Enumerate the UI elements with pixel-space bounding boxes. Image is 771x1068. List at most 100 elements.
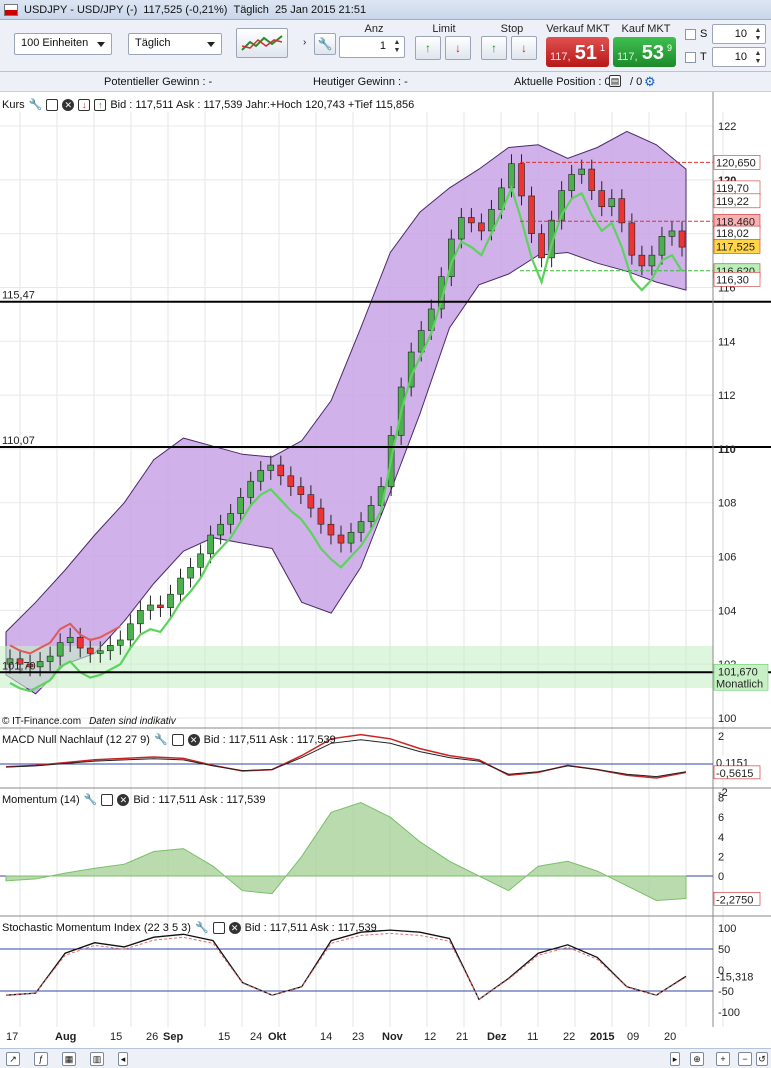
stepper-icon[interactable]: ▲ ▼ (753, 27, 763, 43)
zoom-out-icon[interactable]: − (738, 1052, 752, 1066)
limit-buy-button[interactable]: ↑ (415, 36, 441, 60)
price-axis-label: 104 (718, 605, 736, 617)
window-icon[interactable] (46, 98, 59, 111)
template-icon[interactable]: ▦ (62, 1052, 76, 1066)
window-quote: 117,525 (-0,21%) (143, 3, 228, 16)
stepper-icon[interactable]: ▲ ▼ (753, 50, 763, 66)
s-checkbox[interactable] (685, 29, 696, 40)
stop-label: Stop (500, 23, 524, 35)
price-panel-header: Kurs 🔧 ✕ ↓ ↑ Bid : 117,511 Ask : 117,539… (2, 98, 414, 111)
limit-sell-button[interactable]: ↓ (445, 36, 471, 60)
stop-sell-button[interactable]: ↓ (511, 36, 537, 60)
credit-note: Daten sind indikativ (89, 716, 176, 727)
wrench-button[interactable]: 🔧 (314, 33, 336, 55)
gear-icon[interactable]: ⚙ (644, 74, 656, 90)
level-label: 101,70 (2, 660, 36, 672)
date-axis-label: Aug (55, 1031, 76, 1043)
chart-line-icon (241, 35, 283, 51)
price-axis-label: 122 (718, 121, 736, 133)
sell-market-button[interactable]: 117, 51 1 (546, 37, 609, 67)
chart-svg[interactable]: 115,47110,07101,70 122120118116114112110… (0, 92, 771, 1048)
wrench-icon[interactable]: 🔧 (154, 733, 168, 746)
window-period: Täglich (233, 3, 269, 16)
candle-body (227, 513, 234, 525)
price-axis: 122120118116114112110108106104102100120,… (713, 121, 769, 725)
macd-axis-label: 2 (718, 731, 724, 743)
candle-body (568, 174, 575, 191)
macd-tag-b: -0,5615 (716, 768, 753, 780)
stochastic-panel-name: Stochastic Momentum Index (22 3 5 3) (2, 921, 191, 934)
anz-input[interactable]: 1 ▲ ▼ (339, 36, 405, 58)
wrench-icon[interactable]: 🔧 (195, 921, 209, 934)
stochastic-axis-label: -50 (718, 986, 734, 998)
close-icon[interactable]: ✕ (187, 733, 200, 746)
candle-body (66, 636, 74, 643)
date-axis-label: 20 (664, 1031, 676, 1043)
interval-value: Täglich (135, 37, 171, 49)
scroll-left-icon[interactable]: ◂ (118, 1052, 128, 1066)
stochastic-panel-info: Bid : 117,511 Ask : 117,539 (244, 921, 377, 934)
chart-type-button[interactable] (236, 28, 288, 58)
scroll-right-icon[interactable]: ▸ (670, 1052, 680, 1066)
units-value: 100 Einheiten (21, 37, 89, 49)
interval-select[interactable]: Täglich (128, 33, 222, 55)
date-axis-label: 17 (6, 1031, 18, 1043)
window-icon[interactable] (101, 793, 114, 806)
chart-area[interactable]: 115,47110,07101,70 122120118116114112110… (0, 92, 771, 1048)
buy-label: Kauf MKT (621, 23, 671, 35)
close-icon[interactable]: ✕ (117, 793, 130, 806)
zoom-in-icon[interactable]: + (716, 1052, 730, 1066)
window-icon[interactable] (212, 921, 225, 934)
candle-body (86, 647, 94, 654)
candle-body (307, 494, 315, 509)
s-label: S (700, 28, 708, 40)
close-icon[interactable]: ✕ (62, 98, 75, 111)
limit-sell-icon: ↓ (455, 41, 461, 55)
wrench-icon[interactable]: 🔧 (29, 98, 43, 111)
zoom-reset-icon[interactable]: ↺ (756, 1052, 768, 1066)
layout-icon[interactable]: ▥ (90, 1052, 104, 1066)
candle-body (297, 486, 305, 495)
date-axis-label: Okt (268, 1031, 287, 1043)
close-icon[interactable]: ✕ (228, 921, 241, 934)
date-axis-label: Dez (487, 1031, 507, 1043)
stop-buy-button[interactable]: ↑ (481, 36, 507, 60)
buy-price-big: 53 (641, 42, 664, 64)
candle-body (367, 505, 375, 522)
buy-order-icon[interactable]: ↑ (94, 98, 107, 111)
stepper-icon[interactable]: ▲ ▼ (392, 39, 402, 55)
price-tag-r3: 119,22 (716, 196, 749, 208)
date-axis-label: 09 (627, 1031, 639, 1043)
chevron-down-icon (97, 42, 105, 47)
position-table-icon[interactable]: ▤ (609, 75, 621, 87)
price-panel-info: Bid : 117,511 Ask : 117,539 Jahr:+Hoch 1… (110, 98, 415, 111)
buy-price-small: 117, (617, 51, 638, 63)
candle-body (337, 534, 345, 544)
units-select[interactable]: 100 Einheiten (14, 33, 112, 55)
candle-body (518, 163, 525, 197)
indicator-icon[interactable]: ƒ (34, 1052, 48, 1066)
wrench-icon: 🔧 (317, 37, 333, 51)
sell-order-icon[interactable]: ↓ (78, 98, 91, 111)
buy-market-button[interactable]: 117, 53 9 (613, 37, 676, 67)
s-input[interactable]: 10 ▲ ▼ (712, 24, 766, 44)
stochastic-signal-line (5, 932, 687, 1000)
zoom-fit-icon[interactable]: ⊕ (690, 1052, 704, 1066)
credit: © IT-Finance.com (2, 716, 82, 727)
date-axis-label: 12 (424, 1031, 436, 1043)
window-icon[interactable] (171, 733, 184, 746)
t-input[interactable]: 10 ▲ ▼ (712, 47, 766, 67)
t-checkbox[interactable] (685, 52, 696, 63)
date-axis-label: Sep (163, 1031, 183, 1043)
macd-panel-name: MACD Null Nachlauf (12 27 9) (2, 733, 150, 746)
candle-body (197, 553, 204, 568)
candle-body (628, 222, 636, 256)
draw-tool-icon[interactable]: ↗ (6, 1052, 20, 1066)
price-tag-g2: 116,30 (716, 274, 749, 286)
candle-body (36, 661, 44, 668)
wrench-icon[interactable]: 🔧 (84, 793, 98, 806)
chevron-right-icon[interactable]: › (303, 37, 306, 48)
momentum-area (5, 801, 687, 902)
current-position: Aktuelle Position : 0 (514, 76, 611, 88)
date-axis-label: 15 (218, 1031, 230, 1043)
